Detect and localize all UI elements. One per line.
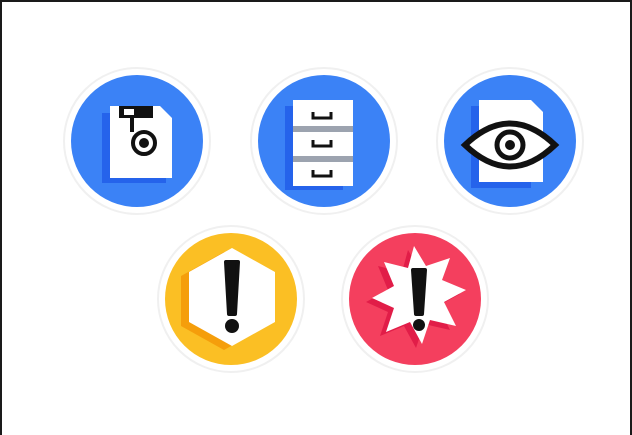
- alert-burst-icon: [340, 224, 490, 374]
- icon-grid: [0, 0, 632, 435]
- view-file-icon: [435, 66, 585, 216]
- file-cabinet-icon: [249, 66, 399, 216]
- save-file-icon: [62, 66, 212, 216]
- warning-icon: [156, 224, 306, 374]
